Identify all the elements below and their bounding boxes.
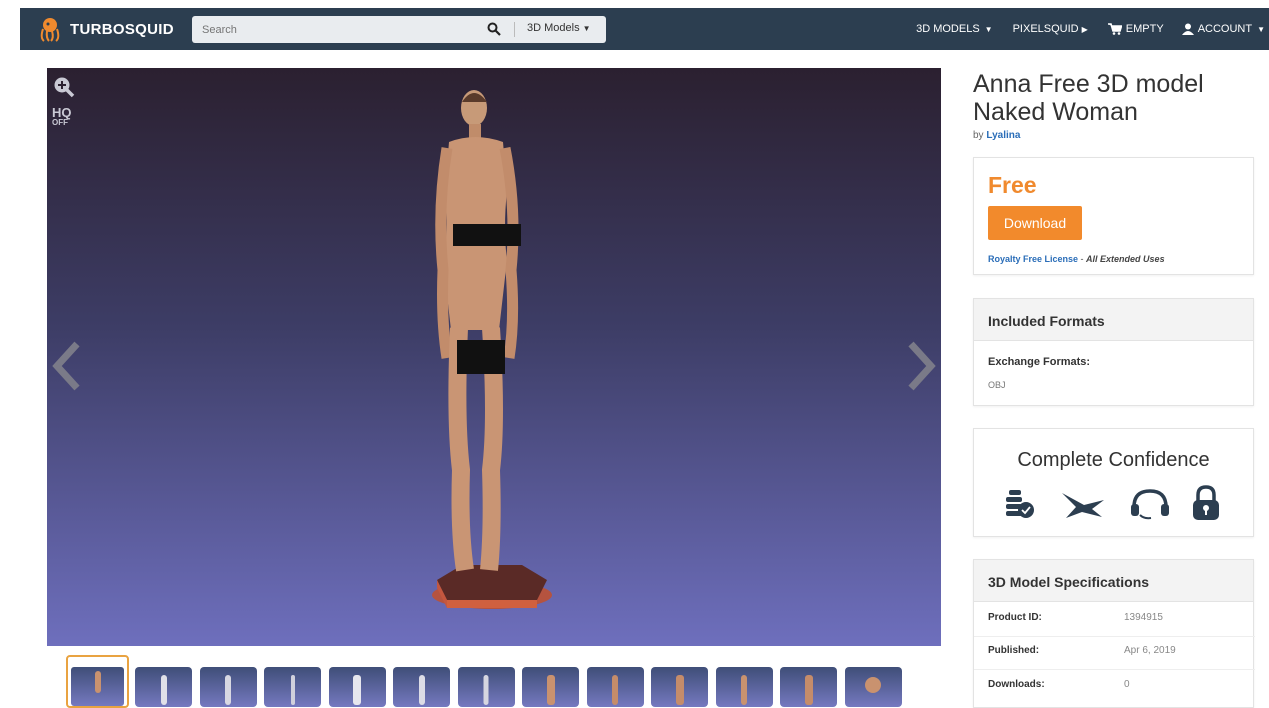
exchange-formats-label: Exchange Formats:: [988, 356, 1091, 368]
nav-pixelsquid-label: PIXELSQUID: [1012, 23, 1079, 35]
author-link[interactable]: Lyalina: [986, 130, 1020, 141]
previous-arrow-icon[interactable]: [49, 340, 83, 392]
spec-value: 1394915: [1124, 612, 1163, 623]
caret-down-icon: ▼: [1257, 24, 1265, 34]
category-dropdown-label: 3D Models: [527, 22, 580, 34]
byline-prefix: by: [973, 130, 984, 141]
spec-key: Product ID:: [988, 612, 1042, 623]
thumbnail-3[interactable]: [199, 667, 257, 707]
search-bar: 3D Models ▼: [192, 16, 606, 43]
zoom-in-icon[interactable]: [53, 76, 75, 98]
chevron-down-icon: ▼: [582, 24, 591, 33]
thumbnail-2[interactable]: [135, 667, 192, 707]
purchase-card: Free Download Royalty Free License - All…: [973, 157, 1254, 275]
caret-right-icon: ▶: [1081, 24, 1088, 34]
top-bar: TURBOSQUID 3D Models ▼ 3D MODELS ▼ PIXEL…: [0, 0, 1269, 50]
nav-3d-models[interactable]: 3D MODELS ▼: [916, 23, 993, 35]
model-viewer[interactable]: HQ OFF: [47, 68, 941, 646]
confidence-heading: Complete Confidence: [1017, 449, 1210, 471]
thumbnail-11[interactable]: [715, 667, 773, 707]
thumbnail-13[interactable]: [844, 667, 902, 707]
license-note: All Extended Uses: [1086, 254, 1165, 264]
byline: by Lyalina: [973, 130, 1020, 141]
download-button[interactable]: Download: [988, 206, 1082, 240]
category-dropdown[interactable]: 3D Models ▼: [527, 22, 591, 34]
license-line: Royalty Free License - All Extended Uses: [988, 254, 1165, 264]
search-input[interactable]: [192, 16, 482, 43]
search-divider: [514, 22, 515, 37]
thumbnail-8[interactable]: [522, 667, 579, 707]
thumbnail-9[interactable]: [586, 667, 644, 707]
logo[interactable]: TURBOSQUID: [38, 16, 174, 42]
nav-links: 3D MODELS ▼ PIXELSQUID ▶ EMPTY ACCOUNT ▼: [900, 8, 1269, 50]
thumbnail-4[interactable]: [264, 667, 321, 707]
spec-key: Published:: [988, 645, 1040, 656]
nav-pixelsquid[interactable]: PIXELSQUID ▶: [1013, 23, 1088, 35]
next-arrow-icon[interactable]: [905, 340, 939, 392]
thumbnail-12[interactable]: [780, 667, 837, 707]
nav-cart[interactable]: EMPTY: [1107, 23, 1164, 35]
formats-heading: Included Formats: [974, 299, 1253, 341]
headset-icon: [1131, 489, 1169, 520]
nav-3d-models-label: 3D MODELS: [916, 23, 980, 35]
spec-value: Apr 6, 2019: [1124, 645, 1176, 656]
license-link[interactable]: Royalty Free License: [988, 254, 1078, 264]
user-icon: [1181, 23, 1194, 35]
exchange-formats-value: OBJ: [988, 380, 1006, 390]
price: Free: [988, 172, 1037, 198]
lock-icon: [1193, 485, 1219, 520]
product-title: Anna Free 3D model Naked Woman: [973, 70, 1204, 126]
nav-cart-label: EMPTY: [1125, 23, 1164, 35]
spec-divider: [974, 636, 1255, 637]
brand-name: TURBOSQUID: [70, 20, 174, 38]
license-separator: -: [1078, 254, 1087, 264]
search-icon[interactable]: [487, 22, 501, 36]
money-coins-icon: [1006, 490, 1034, 518]
thumbnail-6[interactable]: [393, 667, 450, 707]
model-preview-figure: [432, 90, 552, 609]
spec-value: 0: [1124, 679, 1130, 690]
bird-icon: [1062, 493, 1104, 518]
hq-toggle[interactable]: HQ OFF: [52, 105, 72, 128]
caret-down-icon: ▼: [984, 24, 993, 34]
thumbnail-7[interactable]: [457, 667, 515, 707]
nav-account-label: ACCOUNT: [1197, 23, 1253, 35]
included-formats-card: Included Formats Exchange Formats: OBJ: [973, 298, 1254, 406]
specs-heading: 3D Model Specifications: [974, 560, 1253, 602]
spec-divider: [974, 669, 1255, 670]
complete-confidence-card[interactable]: Complete Confidence: [973, 428, 1254, 537]
squid-logo-icon: [40, 18, 60, 42]
cart-icon: [1107, 23, 1122, 35]
thumbnail-10[interactable]: [651, 667, 708, 707]
specifications-card: 3D Model Specifications Product ID: 1394…: [973, 559, 1255, 708]
hq-label: HQ: [52, 105, 72, 120]
thumbnail-strip: [66, 655, 909, 708]
thumbnail-5[interactable]: [328, 667, 386, 707]
navbar: TURBOSQUID 3D Models ▼ 3D MODELS ▼ PIXEL…: [20, 8, 1269, 50]
spec-key: Downloads:: [988, 679, 1045, 690]
thumbnail-1[interactable]: [66, 655, 129, 708]
nav-account[interactable]: ACCOUNT ▼: [1181, 23, 1265, 35]
confidence-icons: [1006, 485, 1219, 520]
